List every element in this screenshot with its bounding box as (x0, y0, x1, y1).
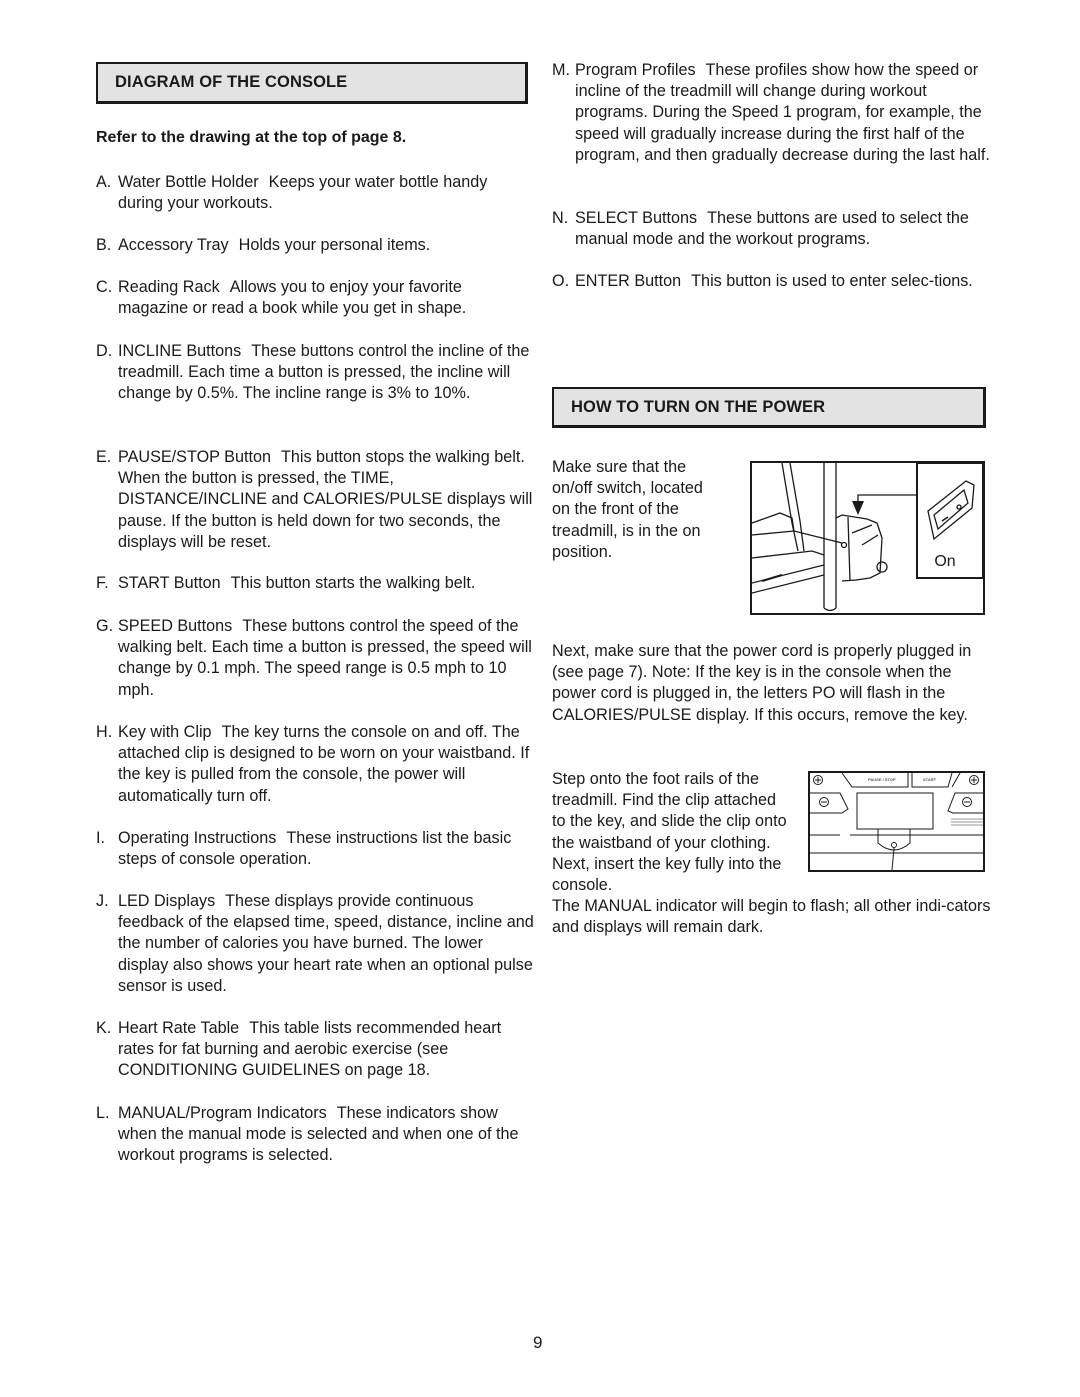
item-letter: H. (96, 723, 113, 741)
item-name: START Button (118, 574, 221, 592)
list-item: I. Operating Instructions These instructio… (96, 828, 536, 870)
list-item: M. Program Profiles These profiles show ho… (552, 60, 992, 166)
item-letter: G. (96, 617, 114, 635)
item-desc: Holds your personal items. (238, 236, 431, 254)
list-item: A. Water Bottle Holder Keeps your water bo… (96, 172, 536, 214)
item-name: Accessory Tray (118, 236, 229, 254)
item-letter: E. (96, 448, 112, 466)
list-item: K. Heart Rate Table This table lists recom… (96, 1018, 536, 1082)
list-item: F. START Button This button starts the wal… (96, 573, 536, 594)
item-letter: F. (96, 574, 109, 592)
item-letter: M. (552, 61, 570, 79)
item-letter: I. (96, 829, 105, 847)
item-letter: C. (96, 278, 113, 296)
para-manual: The MANUAL indicator will begin to flash… (552, 897, 991, 937)
switch-on-label: On (934, 553, 955, 570)
list-item: E. PAUSE/STOP Button This button stops the… (96, 447, 536, 553)
item-name: Key with Clip (118, 723, 212, 741)
console-key-figure: PAUSE / STOP START (808, 771, 985, 872)
list-item: D. INCLINE Buttons These buttons control t… (96, 341, 536, 405)
item-letter: A. (96, 173, 112, 191)
section-title-power: HOW TO TURN ON THE POWER (552, 387, 986, 428)
item-name: MANUAL/Program Indicators (118, 1104, 327, 1122)
item-name: Water Bottle Holder (118, 173, 259, 191)
item-name: LED Displays (118, 892, 216, 910)
item-letter: D. (96, 342, 113, 360)
section-title-diagram: DIAGRAM OF THE CONSOLE (96, 62, 528, 104)
console-key-illustration-icon: PAUSE / STOP START (810, 772, 983, 871)
item-letter: L. (96, 1104, 110, 1122)
list-item: C. Reading Rack Allows you to enjoy your f… (96, 277, 536, 319)
list-item: N. SELECT Buttons These buttons are used t… (552, 208, 992, 250)
item-name: Operating Instructions (118, 829, 277, 847)
item-name: Heart Rate Table (118, 1019, 240, 1037)
start-label: START (923, 777, 937, 782)
para-cord: Next, make sure that the power cord is p… (552, 642, 972, 724)
list-item: H. Key with Clip The key turns the console… (96, 722, 536, 807)
power-switch-illustration-icon: On (751, 462, 984, 612)
item-name: Reading Rack (118, 278, 220, 296)
item-name: Program Profiles (575, 61, 696, 79)
list-item: J. LED Displays These displays provide con… (96, 891, 536, 997)
item-name: SPEED Buttons (118, 617, 233, 635)
item-name: SELECT Buttons (575, 209, 698, 227)
item-letter: N. (552, 209, 569, 227)
page-number: 9 (533, 1333, 543, 1352)
item-name: PAUSE/STOP Button (118, 448, 271, 466)
item-name: ENTER Button (575, 272, 682, 290)
item-letter: B. (96, 236, 112, 254)
list-item: L. MANUAL/Program Indicators These indicat… (96, 1103, 536, 1167)
subheading: Refer to the drawing at the top of page … (96, 129, 407, 146)
power-switch-figure: On (750, 461, 985, 615)
list-item: O. ENTER Button This button is used to ent… (552, 271, 992, 292)
item-letter: J. (96, 892, 109, 910)
item-letter: K. (96, 1019, 112, 1037)
item-desc: This button starts the walking belt. (230, 574, 476, 592)
para-clip: Step onto the foot rails of the treadmil… (552, 770, 787, 895)
list-item: G. SPEED Buttons These buttons control the… (96, 616, 536, 701)
list-item: B. Accessory Tray Holds your personal item… (96, 235, 536, 256)
pause-stop-label: PAUSE / STOP (868, 777, 896, 782)
item-name: INCLINE Buttons (118, 342, 242, 360)
item-letter: O. (552, 272, 570, 290)
item-desc: This button is used to enter selec-tions… (691, 272, 973, 290)
para-switch: Make sure that the on/off switch, locate… (552, 458, 703, 561)
